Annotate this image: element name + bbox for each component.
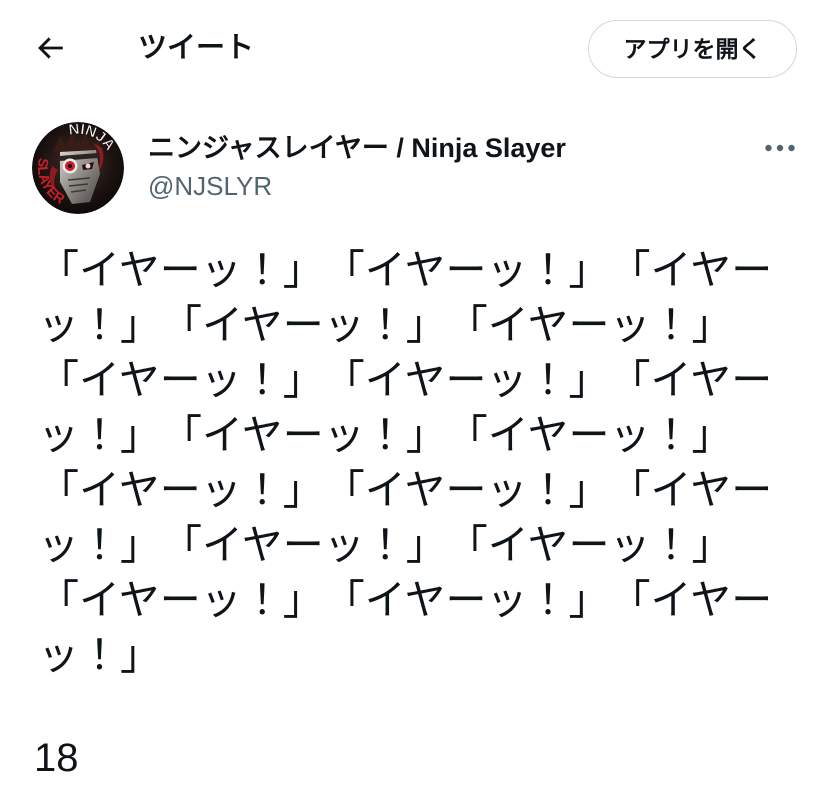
back-button[interactable] <box>28 26 72 70</box>
top-bar: ツイート アプリを開く <box>0 0 828 100</box>
open-app-button[interactable]: アプリを開く <box>588 20 797 78</box>
avatar-eye-right-glint <box>85 163 91 169</box>
tweet-text: 「イヤーッ！」「イヤーッ！」「イヤーッ！」「イヤーッ！」「イヤーッ！」「イヤーッ… <box>38 247 773 678</box>
arrow-left-icon <box>38 37 63 59</box>
tweet-count: 18 <box>34 736 79 780</box>
author-display-name[interactable]: ニンジャスレイヤー / Ninja Slayer <box>148 131 566 165</box>
more-options-button[interactable] <box>758 128 802 168</box>
avatar-logo-image: NINJA SLAYER <box>32 122 124 214</box>
page-title: ツイート <box>138 32 255 64</box>
author-handle[interactable]: @NJSLYR <box>148 170 272 202</box>
avatar[interactable]: NINJA SLAYER <box>32 122 124 214</box>
tweet-page: ツイート アプリを開く NINJA SLAYER ニンジャスレイヤー / Nin… <box>0 0 828 809</box>
more-horizontal-icon <box>765 144 795 152</box>
avatar-eye-pupil <box>68 164 72 168</box>
